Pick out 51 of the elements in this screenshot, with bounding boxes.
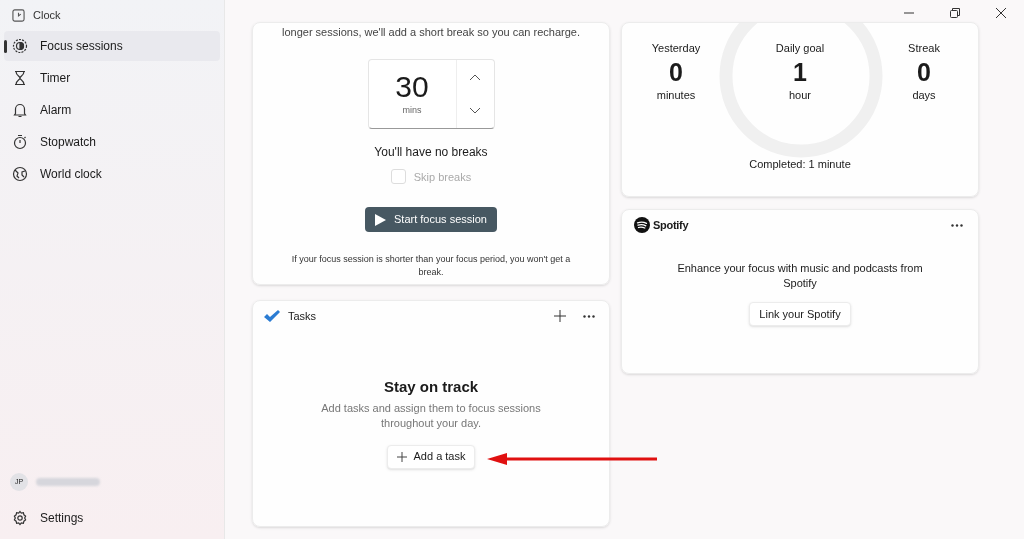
redacted-username <box>36 478 100 486</box>
nav-item[interactable]: Stopwatch <box>4 127 220 157</box>
add-task-button[interactable]: Add a task <box>386 444 476 469</box>
app-title: Clock <box>33 7 61 23</box>
spotify-title: Spotify <box>653 217 689 233</box>
start-focus-button[interactable]: Start focus session <box>365 207 497 232</box>
settings-item[interactable]: Settings <box>0 503 224 533</box>
globe-icon <box>12 166 28 182</box>
link-spotify-button[interactable]: Link your Spotify <box>749 302 851 326</box>
tasks-title: Tasks <box>288 308 317 324</box>
tasks-heading: Stay on track <box>383 377 479 397</box>
plus-icon <box>554 310 566 322</box>
play-icon <box>375 213 387 226</box>
nav-item[interactable]: World clock <box>4 159 220 189</box>
more-icon <box>583 314 595 318</box>
stat-label: Daily goal <box>775 41 825 56</box>
tasks-description: Add tasks and assign them to focus sessions throughout your day. <box>320 400 542 431</box>
selection-indicator <box>4 40 7 53</box>
plus-icon <box>396 451 407 462</box>
footnote-text: If your focus session is shorter than your focus period, you won't get a break. <box>290 253 572 279</box>
stat-unit: hour <box>789 87 811 103</box>
minimize-icon <box>904 12 914 14</box>
close-icon <box>996 8 1006 18</box>
spotify-description: Enhance your focus with music and podcasts from Spotify <box>676 261 924 291</box>
nav-item[interactable]: Timer <box>4 63 220 93</box>
more-icon <box>951 223 963 227</box>
stat-value: 1 <box>793 56 807 87</box>
checkmark-icon <box>264 309 280 323</box>
minutes-unit: mins <box>402 103 422 117</box>
stat-unit: minutes <box>656 87 696 103</box>
chevron-up-icon <box>469 72 481 81</box>
settings-icon <box>12 510 28 526</box>
stat-value: 0 <box>917 56 931 87</box>
bell-icon <box>12 102 28 118</box>
breaks-note: You'll have no breaks <box>374 143 488 161</box>
clock-app-icon <box>12 8 25 22</box>
completed-text: Completed: 1 minute <box>748 157 852 172</box>
stat-label: Streak <box>908 41 940 56</box>
stat-label: Yesterday <box>651 41 701 56</box>
hourglass-icon <box>12 70 28 86</box>
intro-text: longer sessions, we'll add a short break so you can recharge. <box>281 25 580 40</box>
stat-value: 0 <box>669 56 683 87</box>
focus-icon <box>12 38 28 54</box>
minutes-value: 30 <box>395 69 429 104</box>
chevron-down-icon <box>469 106 481 115</box>
nav-item[interactable]: Alarm <box>4 95 220 125</box>
restore-icon <box>950 8 960 18</box>
stopwatch-icon <box>12 134 28 150</box>
stat-unit: days <box>912 87 936 103</box>
nav-item[interactable]: Focus sessions <box>4 31 220 61</box>
spotify-logo-icon <box>634 217 650 233</box>
